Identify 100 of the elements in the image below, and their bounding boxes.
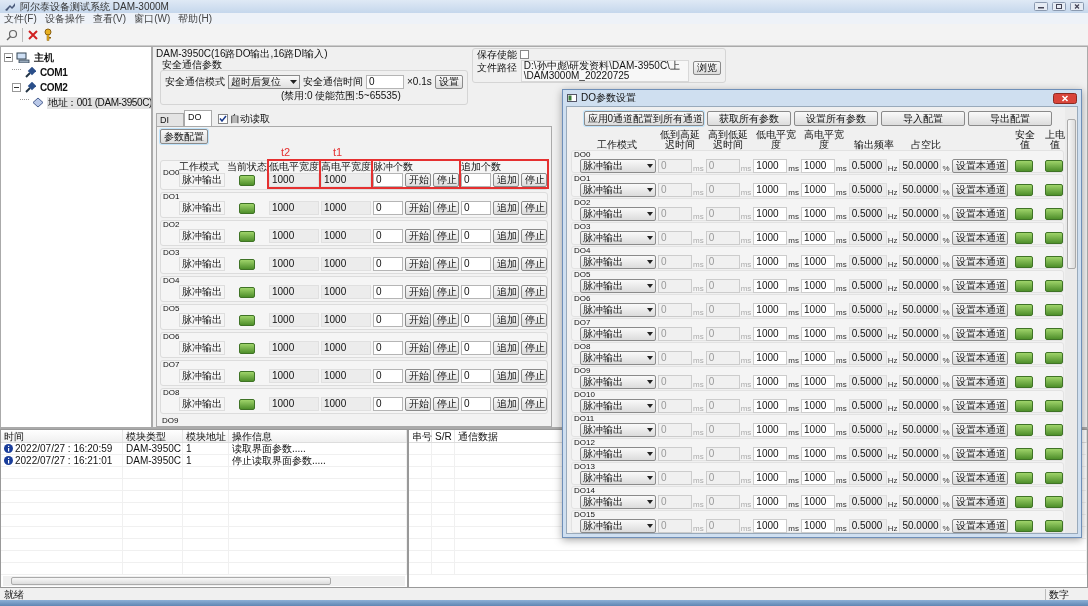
dropdown[interactable]: 脉冲输出 — [580, 375, 656, 389]
input-field[interactable]: 1000 — [801, 351, 835, 365]
button[interactable]: 设置本通道 — [951, 375, 1008, 389]
dropdown[interactable]: 脉冲输出 — [580, 399, 656, 413]
button[interactable]: 设置本通道 — [951, 471, 1008, 485]
input-field[interactable]: 1000 — [801, 471, 835, 485]
input-field[interactable]: 50.0000 — [899, 447, 942, 461]
input-field[interactable]: 0.5000 — [848, 279, 887, 293]
dropdown[interactable]: 脉冲输出 — [580, 183, 656, 197]
value-field[interactable]: 1000 — [269, 285, 319, 299]
tree-item[interactable]: COM2 — [39, 81, 69, 94]
input-field[interactable]: 1000 — [753, 351, 788, 365]
dropdown[interactable]: 脉冲输出 — [580, 423, 656, 437]
button[interactable]: 设置本通道 — [951, 351, 1008, 365]
input-field[interactable]: 1000 — [801, 495, 835, 509]
input-field[interactable]: 50.0000 — [899, 327, 942, 341]
dropdown[interactable]: 脉冲输出 — [580, 327, 656, 341]
dropdown[interactable]: 超时后复位 — [228, 74, 300, 89]
menu-item[interactable]: 设备操作 — [44, 13, 85, 24]
value-field[interactable]: 1000 — [321, 285, 371, 299]
input-field[interactable]: 0 — [366, 74, 404, 89]
value-field[interactable]: 1000 — [321, 229, 371, 243]
button[interactable]: 停止 — [521, 257, 547, 271]
button[interactable]: 参数配置 — [160, 129, 208, 144]
dropdown[interactable]: 脉冲输出 — [580, 447, 656, 461]
input-field[interactable]: 0.5000 — [848, 519, 887, 533]
value-field[interactable]: 1000 — [269, 201, 319, 215]
input-field[interactable]: 50.0000 — [899, 423, 942, 437]
value-field[interactable]: 1000 — [269, 341, 319, 355]
input-field[interactable]: 0 — [373, 341, 403, 355]
input-field[interactable]: 1000 — [753, 447, 788, 461]
value-field[interactable]: 1000 — [269, 397, 319, 411]
button[interactable]: 追加 — [493, 341, 519, 355]
mode-field[interactable]: 脉冲输出 — [179, 173, 225, 187]
input-field[interactable]: 0.5000 — [848, 327, 887, 341]
value-field[interactable]: 1000 — [321, 369, 371, 383]
menu-item[interactable]: 文件(F) — [4, 13, 37, 24]
mode-field[interactable]: 脉冲输出 — [179, 397, 225, 411]
button[interactable]: 停止 — [521, 341, 547, 355]
input-field[interactable]: 0 — [461, 201, 491, 215]
input-field[interactable]: 1000 — [753, 399, 788, 413]
button[interactable]: 追加 — [493, 313, 519, 327]
button[interactable]: 停止 — [521, 173, 547, 187]
input-field[interactable]: 1000 — [801, 207, 835, 221]
input-field[interactable]: 1000 — [801, 399, 835, 413]
button[interactable]: 追加 — [493, 369, 519, 383]
value-field[interactable]: 1000 — [269, 313, 319, 327]
input-field[interactable]: 0.5000 — [848, 495, 887, 509]
button[interactable]: 停止 — [521, 369, 547, 383]
input-field[interactable]: 0.5000 — [848, 183, 887, 197]
input-field[interactable]: 1000 — [801, 303, 835, 317]
input-field[interactable]: 0 — [373, 369, 403, 383]
input-field[interactable]: 0.5000 — [848, 423, 887, 437]
input-field[interactable]: 1000 — [753, 255, 788, 269]
dropdown[interactable]: 脉冲输出 — [580, 231, 656, 245]
mode-field[interactable]: 脉冲输出 — [179, 201, 225, 215]
input-field[interactable]: 50.0000 — [899, 375, 942, 389]
input-field[interactable]: 0.5000 — [848, 399, 887, 413]
input-field[interactable]: 1000 — [801, 327, 835, 341]
input-field[interactable]: 0.5000 — [848, 159, 887, 173]
button[interactable]: 应用0通道配置到所有通道 — [583, 111, 704, 126]
dropdown[interactable]: 脉冲输出 — [580, 471, 656, 485]
value-field[interactable]: 1000 — [321, 201, 371, 215]
button[interactable]: 停止 — [521, 397, 547, 411]
input-field[interactable]: 1000 — [753, 231, 788, 245]
input-field[interactable]: 50.0000 — [899, 303, 942, 317]
input-field[interactable]: 0.5000 — [848, 375, 887, 389]
button[interactable]: 设置本通道 — [951, 327, 1008, 341]
button[interactable]: 设置本通道 — [951, 159, 1008, 173]
input-field[interactable]: 50.0000 — [899, 495, 942, 509]
mode-field[interactable]: 脉冲输出 — [179, 229, 225, 243]
button[interactable]: 设置本通道 — [951, 447, 1008, 461]
dropdown[interactable]: 脉冲输出 — [580, 351, 656, 365]
tab[interactable]: DO — [184, 110, 212, 126]
input-field[interactable]: 1000 — [801, 231, 835, 245]
input-field[interactable]: 0 — [461, 341, 491, 355]
input-field[interactable]: 50.0000 — [899, 207, 942, 221]
input-field[interactable]: 0 — [373, 229, 403, 243]
input-field[interactable]: 1000 — [801, 183, 835, 197]
button[interactable]: 开始 — [405, 173, 431, 187]
button[interactable]: 停止 — [521, 229, 547, 243]
input-field[interactable]: 1000 — [753, 207, 788, 221]
button[interactable]: 导入配置 — [880, 111, 965, 126]
dropdown[interactable]: 脉冲输出 — [580, 207, 656, 221]
value-field[interactable]: 1000 — [269, 229, 319, 243]
button[interactable]: 设置本通道 — [951, 495, 1008, 509]
input-field[interactable]: 1000 — [801, 279, 835, 293]
button[interactable]: 设置本通道 — [951, 519, 1008, 533]
input-field[interactable]: 50.0000 — [899, 183, 942, 197]
input-field[interactable]: 0.5000 — [848, 351, 887, 365]
input-field[interactable]: 1000 — [801, 255, 835, 269]
dropdown[interactable]: 脉冲输出 — [580, 519, 656, 533]
input-field[interactable]: 1000 — [753, 183, 788, 197]
button[interactable]: 停止 — [521, 201, 547, 215]
input-field[interactable]: 50.0000 — [899, 351, 942, 365]
input-field[interactable]: 1000 — [753, 471, 788, 485]
button[interactable]: 停止 — [433, 369, 459, 383]
input-field[interactable]: 50.0000 — [899, 471, 942, 485]
input-field[interactable]: 0 — [461, 229, 491, 243]
input-field[interactable]: 0.5000 — [848, 231, 887, 245]
